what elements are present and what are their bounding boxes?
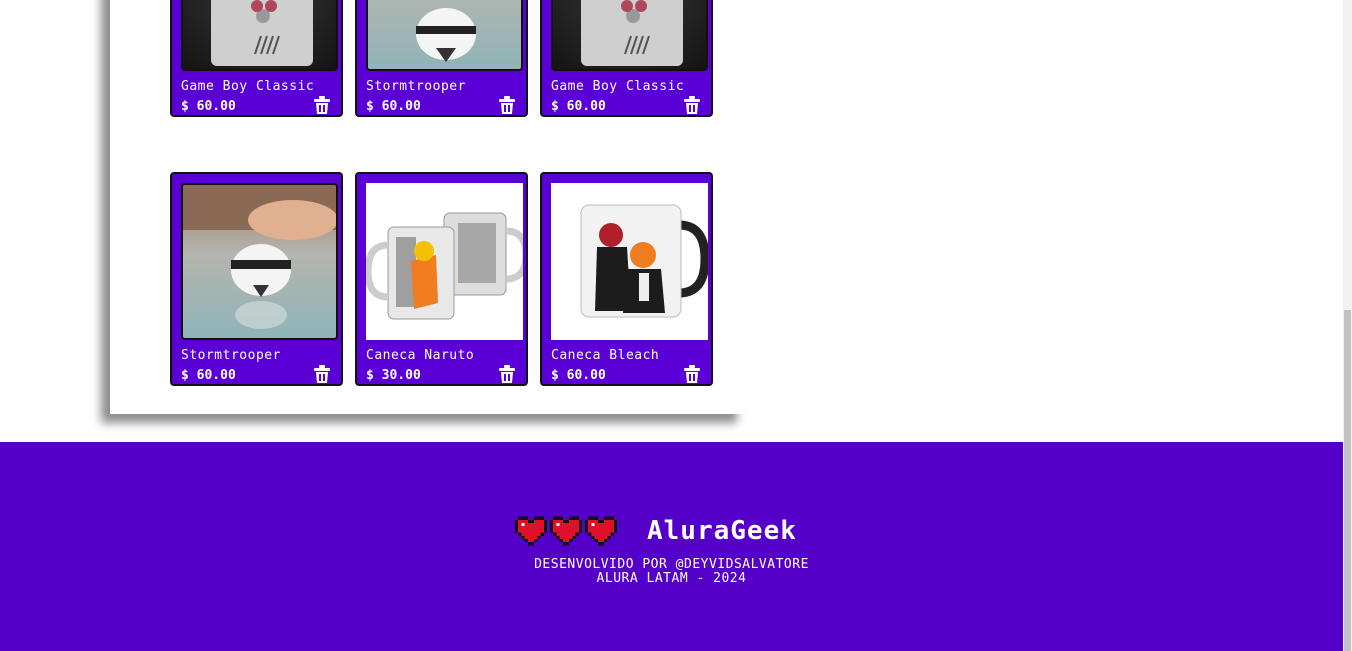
pixel-heart-icon <box>550 516 582 546</box>
footer-brand: AluraGeek <box>515 516 797 546</box>
product-price: $ 30.00 <box>366 368 421 383</box>
product-name: Stormtrooper <box>181 348 281 363</box>
credit-line: DESENVOLVIDO POR @DEYVIDSALVATORE <box>534 557 809 572</box>
product-image-bleach-mug <box>551 183 708 340</box>
product-card: Caneca Naruto $ 30.00 <box>355 172 528 386</box>
product-image-gameboy <box>551 0 708 71</box>
trash-icon[interactable] <box>498 365 516 383</box>
product-card: Game Boy Classic $ 60.00 <box>540 0 713 117</box>
product-image-gameboy <box>181 0 338 71</box>
product-image-naruto-mug <box>366 183 523 340</box>
brand-name: AluraGeek <box>647 516 797 546</box>
product-name: Game Boy Classic <box>551 79 685 94</box>
footer: AluraGeek DESENVOLVIDO POR @DEYVIDSALVAT… <box>0 442 1343 651</box>
product-card: Caneca Bleach $ 60.00 <box>540 172 713 386</box>
trash-icon[interactable] <box>683 365 701 383</box>
products-panel: Game Boy Classic $ 60.00 Stormtrooper $ … <box>110 0 746 414</box>
product-name: Caneca Bleach <box>551 348 660 363</box>
product-card: Stormtrooper $ 60.00 <box>170 172 343 386</box>
product-price: $ 60.00 <box>181 99 236 114</box>
product-name: Caneca Naruto <box>366 348 475 363</box>
credit-line: ALURA LATAM - 2024 <box>596 571 747 586</box>
trash-icon[interactable] <box>683 96 701 114</box>
product-card: Stormtrooper $ 60.00 <box>355 0 528 117</box>
trash-icon[interactable] <box>313 96 331 114</box>
trash-icon[interactable] <box>498 96 516 114</box>
product-price: $ 60.00 <box>181 368 236 383</box>
product-card: Game Boy Classic $ 60.00 <box>170 0 343 117</box>
product-image-stormtrooper <box>366 0 523 71</box>
product-name: Stormtrooper <box>366 79 466 94</box>
footer-credits: DESENVOLVIDO POR @DEYVIDSALVATORE ALURA … <box>0 558 1343 586</box>
trash-icon[interactable] <box>313 365 331 383</box>
product-price: $ 60.00 <box>551 99 606 114</box>
product-price: $ 60.00 <box>366 99 421 114</box>
product-image-stormtrooper <box>181 183 338 340</box>
product-price: $ 60.00 <box>551 368 606 383</box>
product-name: Game Boy Classic <box>181 79 315 94</box>
pixel-heart-icon <box>515 516 547 546</box>
pixel-heart-icon <box>585 516 617 546</box>
scrollbar-thumb[interactable] <box>1344 310 1351 651</box>
vertical-scrollbar[interactable] <box>1343 0 1352 651</box>
